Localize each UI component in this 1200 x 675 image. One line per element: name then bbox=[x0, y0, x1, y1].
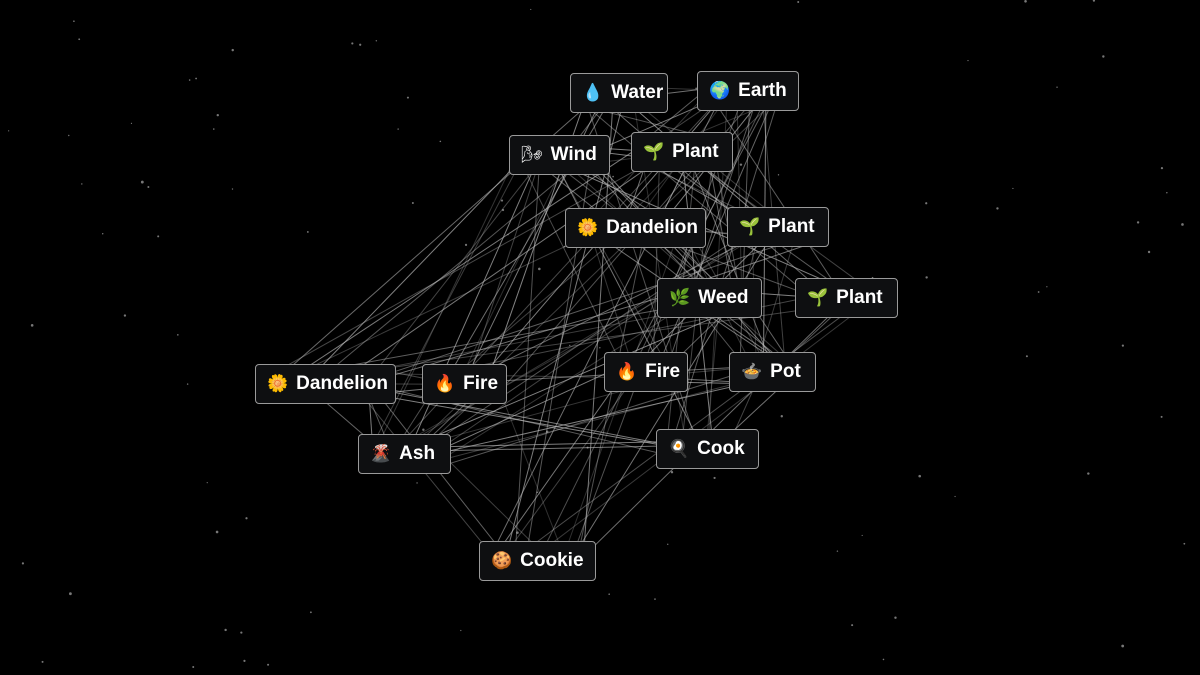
globe-icon: 🌍 bbox=[709, 81, 731, 101]
connection-line bbox=[270, 136, 695, 375]
connection-line bbox=[410, 215, 772, 459]
element-tile-fire[interactable]: 🔥 Fire bbox=[604, 352, 688, 392]
pot-icon: 🍲 bbox=[741, 362, 763, 382]
element-label: Fire bbox=[645, 361, 681, 382]
element-tile-earth[interactable]: 🌍 Earth bbox=[697, 71, 799, 111]
crafting-canvas[interactable]: 💧 Water 🌍 Earth 🌬 Wind 🌱 Plant 🌼 Dandelion 🌱 Plant 🌿… bbox=[0, 0, 1200, 675]
element-label: Plant bbox=[836, 287, 883, 308]
seedling-icon: 🌱 bbox=[739, 217, 761, 237]
element-label: Earth bbox=[738, 80, 787, 101]
seedling-icon: 🌱 bbox=[643, 142, 665, 162]
element-tile-weed[interactable]: 🌿 Weed bbox=[657, 278, 762, 318]
seedling-icon: 🌱 bbox=[807, 288, 829, 308]
element-label: Pot bbox=[770, 361, 801, 382]
element-label: Dandelion bbox=[296, 373, 389, 394]
volcano-icon: 🌋 bbox=[370, 444, 392, 464]
element-label: Cook bbox=[697, 438, 745, 459]
water-drop-icon: 💧 bbox=[582, 83, 604, 103]
connection-line bbox=[504, 384, 630, 556]
herb-icon: 🌿 bbox=[669, 288, 691, 308]
frying-pan-icon: 🍳 bbox=[668, 439, 690, 459]
element-tile-ash[interactable]: 🌋 Ash bbox=[358, 434, 451, 474]
connection-line bbox=[274, 80, 616, 382]
flower-icon: 🌼 bbox=[267, 374, 289, 394]
element-label: Dandelion bbox=[606, 217, 699, 238]
element-tile-plant[interactable]: 🌱 Plant bbox=[631, 132, 733, 172]
cookie-icon: 🍪 bbox=[491, 551, 513, 571]
element-label: Cookie bbox=[520, 550, 584, 571]
connection-line bbox=[539, 293, 882, 554]
element-tile-wind[interactable]: 🌬 Wind bbox=[509, 135, 610, 175]
flower-icon: 🌼 bbox=[577, 218, 599, 238]
element-tile-dandelion[interactable]: 🌼 Dandelion bbox=[255, 364, 396, 404]
element-label: Weed bbox=[698, 287, 749, 308]
element-tile-fire[interactable]: 🔥 Fire bbox=[422, 364, 507, 404]
element-tile-pot[interactable]: 🍲 Pot bbox=[729, 352, 816, 392]
element-label: Plant bbox=[768, 216, 815, 237]
element-label: Wind bbox=[550, 144, 597, 165]
element-label: Ash bbox=[399, 443, 436, 464]
element-tile-cookie[interactable]: 🍪 Cookie bbox=[479, 541, 596, 581]
element-label: Water bbox=[611, 82, 664, 103]
fire-icon: 🔥 bbox=[616, 362, 638, 382]
element-tile-plant[interactable]: 🌱 Plant bbox=[795, 278, 898, 318]
element-tile-cook[interactable]: 🍳 Cook bbox=[656, 429, 759, 469]
element-label: Plant bbox=[672, 141, 719, 162]
connection-line bbox=[709, 93, 842, 295]
element-tile-plant[interactable]: 🌱 Plant bbox=[727, 207, 829, 247]
element-label: Fire bbox=[463, 373, 499, 394]
element-tile-water[interactable]: 💧 Water bbox=[570, 73, 668, 113]
connection-line bbox=[329, 158, 586, 371]
connection-line bbox=[514, 163, 540, 565]
element-tile-dandelion[interactable]: 🌼 Dandelion bbox=[565, 208, 706, 248]
fire-icon: 🔥 bbox=[434, 374, 456, 394]
connection-line bbox=[599, 165, 791, 375]
wind-icon: 🌬 bbox=[521, 145, 543, 165]
